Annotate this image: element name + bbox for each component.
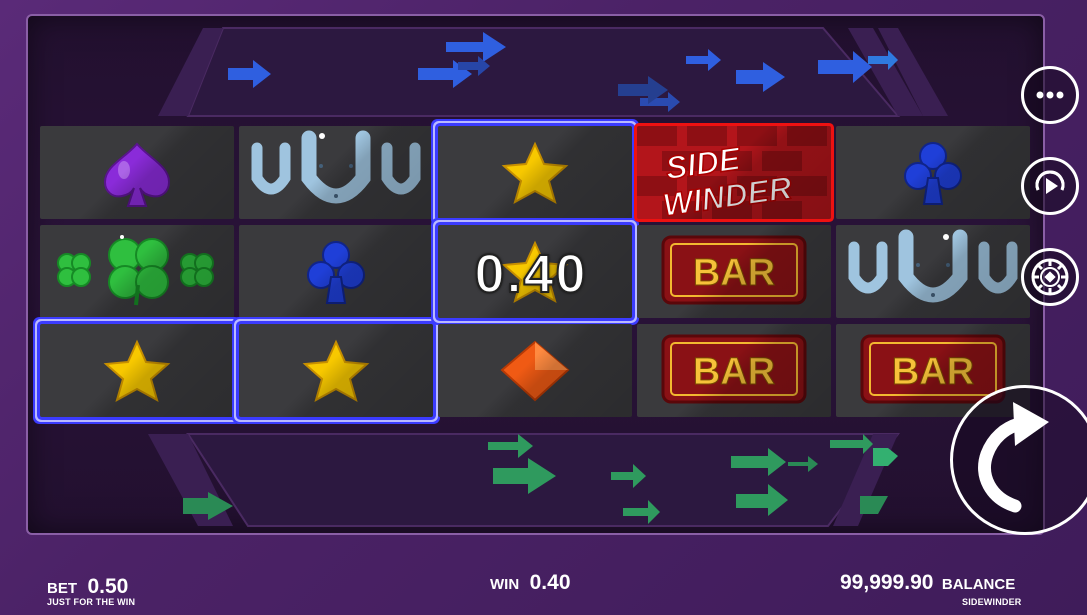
win-value: 0.40 <box>529 571 571 594</box>
chip-icon <box>1031 258 1069 296</box>
autoplay-button[interactable] <box>1021 157 1079 215</box>
bar-label: BAR <box>892 351 974 393</box>
club-symbol-icon <box>904 142 962 205</box>
win-amount-overlay: 0.40 <box>473 243 588 305</box>
autoplay-icon <box>1035 170 1065 194</box>
reel-cell-diamond <box>438 324 632 417</box>
balance-value: 99,999.90 <box>840 571 934 594</box>
bar-symbol-icon: BAR <box>661 334 807 404</box>
reel-cell-star-winning <box>40 324 234 417</box>
balance-subtitle: SIDEWINDER <box>962 597 1022 607</box>
bet-label: BET <box>47 580 77 597</box>
reel-cell-bar: BAR <box>637 324 831 417</box>
star-symbol-icon <box>501 141 569 205</box>
bar-symbol-icon: BAR <box>661 235 807 305</box>
bet-button[interactable] <box>1021 248 1079 306</box>
reel-cell-star-winning <box>438 126 632 219</box>
club-symbol-icon <box>307 241 365 304</box>
horseshoe-symbol-icon <box>848 229 1018 303</box>
bottom-arrow-band <box>28 426 1043 533</box>
top-arrow-band <box>28 16 1043 126</box>
bet-subtitle: JUST FOR THE WIN <box>47 597 136 607</box>
star-symbol-icon <box>103 339 171 403</box>
four-leaf-clover-symbol-icon <box>57 235 214 306</box>
reel-cell-bar: BAR <box>637 225 831 318</box>
bar-label: BAR <box>693 252 775 294</box>
top-arrows-decoration <box>158 27 948 117</box>
win-label: WIN <box>490 576 520 593</box>
star-symbol-icon <box>302 339 370 403</box>
spade-symbol-icon <box>103 142 171 207</box>
balance-label: BALANCE <box>941 576 1016 593</box>
reel-cell-horseshoe <box>239 126 433 219</box>
win-display: WIN 0.40 <box>490 571 571 595</box>
reel-cell-sidewinder-logo: SIDE WINDER <box>637 126 831 219</box>
reel-cell-spade <box>40 126 234 219</box>
balance-display: 99,999.90 BALANCE <box>840 571 1015 595</box>
reel-cell-star-winning <box>239 324 433 417</box>
reel-cell-horseshoe <box>836 225 1030 318</box>
horseshoe-symbol-icon <box>251 130 421 204</box>
menu-button[interactable] <box>1021 66 1079 124</box>
reel-cell-clover <box>40 225 234 318</box>
diamond-symbol-icon <box>500 340 570 402</box>
bar-label: BAR <box>693 351 775 393</box>
sidewinder-logo-icon: SIDE WINDER <box>637 126 827 219</box>
more-dots-icon <box>1036 91 1064 99</box>
bet-display: BET 0.50 <box>47 575 128 599</box>
reel-cell-club <box>836 126 1030 219</box>
bet-value: 0.50 <box>87 575 129 598</box>
spin-arrow-icon <box>978 402 1049 513</box>
bottom-arrows-decoration <box>148 433 901 527</box>
reel-cell-club <box>239 225 433 318</box>
spin-button[interactable] <box>950 385 1087 535</box>
